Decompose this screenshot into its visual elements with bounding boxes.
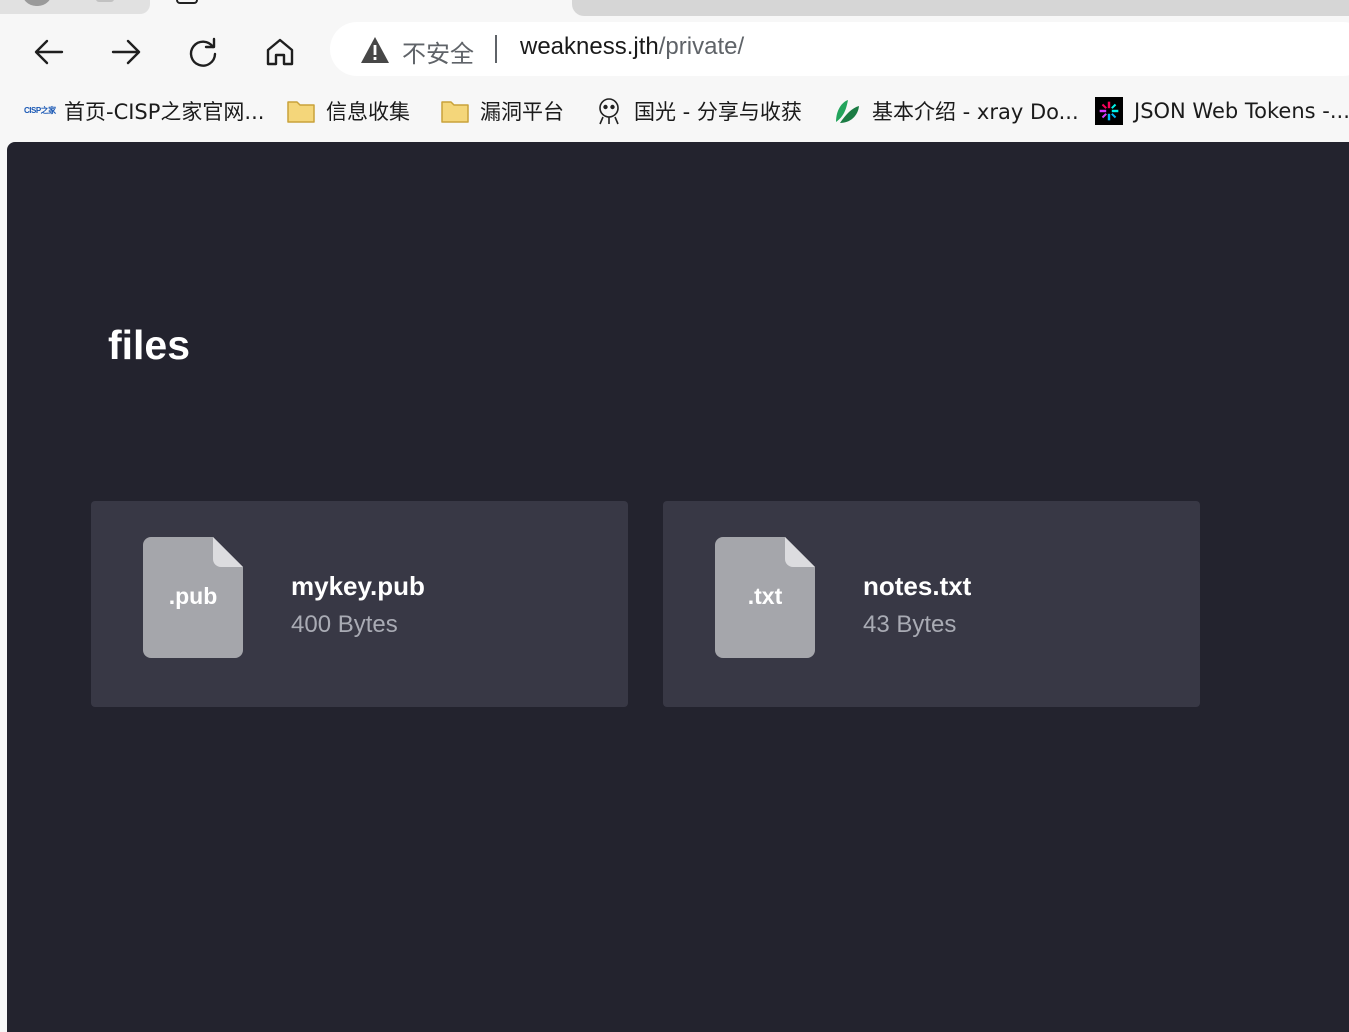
security-status-label[interactable]: 不安全 bbox=[402, 34, 474, 69]
bookmark-jwt[interactable]: JSON Web Tokens -... bbox=[1094, 86, 1349, 136]
cisp-logo-icon: CISP之家 bbox=[24, 106, 56, 115]
tab-next[interactable] bbox=[572, 0, 1349, 16]
tab-strip bbox=[0, 0, 1349, 16]
url-host: weakness.jth bbox=[520, 33, 659, 60]
address-bar[interactable]: 不安全 weakness.jth/private/ bbox=[330, 22, 1349, 76]
tab-favicon-icon bbox=[22, 0, 52, 6]
warning-icon[interactable] bbox=[360, 36, 390, 64]
bookmark-label: 信息收集 bbox=[326, 100, 410, 124]
bookmarks-bar: CISP之家 首页-CISP之家官网... 信息收集 漏洞平台 国光 - 分享与… bbox=[0, 86, 1349, 136]
jwt-logo-icon bbox=[1094, 96, 1124, 126]
sloth-avatar-icon bbox=[594, 96, 624, 126]
page-content: files .pub mykey.pub 400 Bytes .txt note… bbox=[7, 142, 1349, 1032]
forward-button[interactable] bbox=[106, 32, 146, 72]
reload-icon bbox=[189, 37, 217, 67]
browser-toolbar: 不安全 weakness.jth/private/ bbox=[0, 16, 1349, 86]
bookmark-label: 首页-CISP之家官网... bbox=[64, 100, 265, 124]
file-size: 400 Bytes bbox=[291, 611, 398, 638]
bookmark-folder-info-gathering[interactable]: 信息收集 bbox=[286, 86, 410, 136]
bookmark-label: 基本介绍 - xray Do... bbox=[872, 100, 1079, 124]
file-card-notes-txt[interactable]: .txt notes.txt 43 Bytes bbox=[663, 501, 1200, 707]
file-size: 43 Bytes bbox=[863, 611, 957, 638]
bookmark-label: 国光 - 分享与收获 bbox=[634, 100, 802, 124]
bookmark-label: 漏洞平台 bbox=[480, 100, 564, 124]
file-extension-label: .pub bbox=[168, 583, 218, 609]
page-title: files bbox=[108, 322, 191, 368]
file-extension-label: .txt bbox=[747, 583, 783, 609]
tab-active[interactable] bbox=[150, 0, 572, 16]
home-icon bbox=[266, 38, 294, 66]
home-button[interactable] bbox=[260, 32, 300, 72]
tab-favicon-icon bbox=[176, 0, 198, 4]
bookmark-cisp[interactable]: CISP之家 首页-CISP之家官网... bbox=[24, 86, 264, 136]
folder-icon bbox=[286, 96, 316, 126]
url-text[interactable]: weakness.jth/private/ bbox=[520, 33, 744, 61]
arrow-right-icon bbox=[111, 39, 141, 65]
file-name[interactable]: notes.txt bbox=[863, 571, 971, 602]
back-button[interactable] bbox=[29, 32, 69, 72]
bookmark-label: JSON Web Tokens -... bbox=[1134, 99, 1349, 123]
url-path: /private/ bbox=[658, 33, 745, 60]
bookmark-guoguang[interactable]: 国光 - 分享与收获 bbox=[594, 86, 802, 136]
tab-previous[interactable] bbox=[0, 0, 150, 14]
xray-leaf-icon bbox=[832, 96, 862, 126]
bookmark-xray-docs[interactable]: 基本介绍 - xray Do... bbox=[832, 86, 1079, 136]
reload-button[interactable] bbox=[183, 32, 223, 72]
tab-close-icon[interactable] bbox=[96, 0, 114, 2]
bookmark-folder-vuln-platform[interactable]: 漏洞平台 bbox=[440, 86, 564, 136]
arrow-left-icon bbox=[34, 39, 64, 65]
file-name[interactable]: mykey.pub bbox=[291, 571, 425, 602]
folder-icon bbox=[440, 96, 470, 126]
address-separator bbox=[495, 35, 497, 63]
file-card-mykey-pub[interactable]: .pub mykey.pub 400 Bytes bbox=[91, 501, 628, 707]
